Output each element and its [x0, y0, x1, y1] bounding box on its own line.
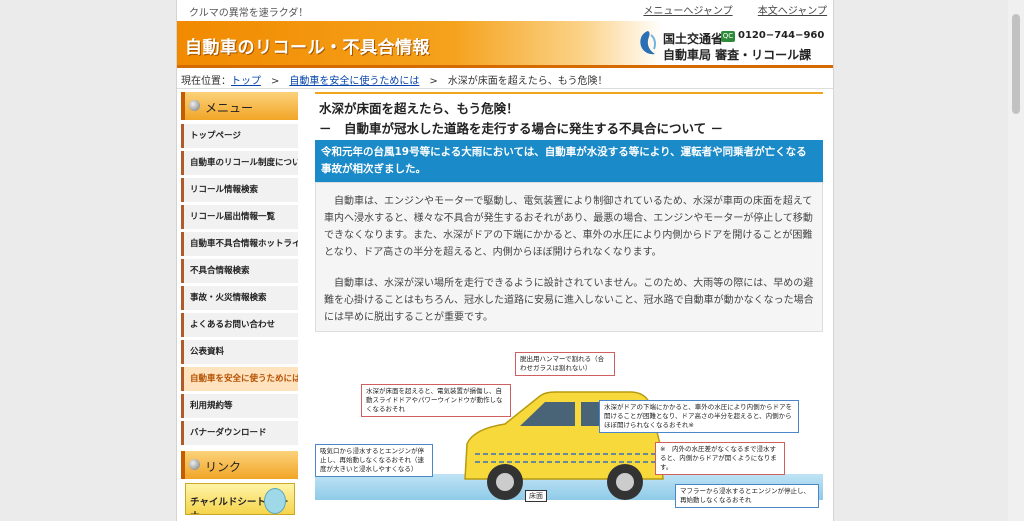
ministry-block: 国土交通省 QC 0120−744−960 自動車局 審査・リコール課 — [637, 27, 833, 62]
ministry-name: 国土交通省 — [663, 32, 724, 46]
breadcrumb: 現在位置：トップ > 自動車を安全に使うためには > 水深が床面を超えたら、もう危険！ — [181, 72, 607, 87]
sidebar-item-top-page[interactable]: トップページ — [181, 124, 298, 148]
door-note: ※ 内外の水圧差がなくなるまで浸水すると、内側からドアが開くようになります。 — [655, 442, 785, 475]
jump-to-content-link[interactable]: 本文へジャンプ — [758, 6, 827, 17]
menu-heading-label: メニュー — [205, 101, 254, 115]
floor-label: 床面 — [525, 490, 547, 502]
sidebar-item-recall-search[interactable]: リコール情報検索 — [181, 178, 298, 202]
menu-heading: メニュー — [181, 92, 298, 120]
breadcrumb-top-link[interactable]: トップ — [231, 76, 261, 87]
article-body: 自動車は、エンジンやモーターで駆動し、電気装置により制御されているため、水深が車… — [315, 182, 823, 332]
child-seat-banner[interactable]: チャイルドシート コーナー — [185, 483, 295, 515]
page: クルマの異常を速ラクダ！ メニューへジャンプ 本文へジャンプ 自動車のリコール・… — [176, 0, 834, 521]
muffler-callout: マフラーから浸水するとエンジンが停止し、再始動しなくなるおそれ — [675, 484, 819, 508]
breadcrumb-separator: > — [429, 76, 438, 87]
sidebar-item-accident-search[interactable]: 事故・火災情報検索 — [181, 286, 298, 310]
body-paragraph: 自動車は、水深が深い場所を走行できるように設計されていません。このため、大雨等の… — [324, 278, 814, 323]
site-header: 自動車のリコール・不具合情報 国土交通省 QC 0120−744−960 自動車… — [177, 21, 833, 65]
door-callout: 水深がドアの下端にかかると、車外の水圧により内側からドアを開けることが困難となり… — [599, 400, 799, 433]
tagline: クルマの異常を速ラクダ！ — [189, 8, 309, 19]
bullet-icon — [189, 459, 200, 470]
bullet-icon — [189, 100, 200, 111]
lead-banner: 令和元年の台風19号等による大雨においては、自動車が水没する等により、運転者や同… — [315, 140, 823, 182]
breadcrumb-safety-link[interactable]: 自動車を安全に使うためには — [289, 76, 419, 87]
article-subtitle: － 自動車が冠水した道路を走行する場合に発生する不具合について － — [319, 121, 723, 136]
hotline-number: 0120−744−960 — [738, 30, 825, 41]
site-title[interactable]: 自動車のリコール・不具合情報 — [185, 33, 430, 58]
scrollbar-thumb[interactable] — [1012, 14, 1020, 114]
floor-callout: 水深が床面を超えると、電気装置が損傷し、自動スライドドアやパワーウインドウが動作… — [361, 384, 511, 417]
breadcrumb-divider — [177, 88, 833, 89]
body-paragraph: 自動車は、エンジンやモーターで駆動し、電気装置により制御されているため、水深が車… — [324, 196, 813, 258]
sidebar-item-safe-use[interactable]: 自動車を安全に使うためには — [181, 367, 298, 391]
scrollbar[interactable] — [1008, 0, 1024, 521]
department-name: 自動車局 審査・リコール課 — [663, 48, 812, 62]
sidebar-item-banner-download[interactable]: バナーダウンロード — [181, 421, 298, 445]
flooded-car-illustration: 脱出用ハンマーで割れる（合わせガラスは割れない） 水深が床面を超えると、電気装置… — [315, 344, 823, 521]
sidebar-item-terms[interactable]: 利用規約等 — [181, 394, 298, 418]
sidebar-item-faq[interactable]: よくあるお問い合わせ — [181, 313, 298, 337]
breadcrumb-separator: > — [271, 76, 280, 87]
child-face-icon — [264, 488, 286, 514]
sidebar-item-defect-hotline[interactable]: 自動車不具合情報ホットライン — [181, 232, 298, 256]
jump-to-menu-link[interactable]: メニューへジャンプ — [643, 6, 732, 17]
sidebar-item-recall-system[interactable]: 自動車のリコール制度について — [181, 151, 298, 175]
article-title: 水深が床面を超えたら、もう危険！ — [319, 101, 519, 116]
sidebar: メニュー トップページ 自動車のリコール制度について リコール情報検索 リコール… — [181, 92, 298, 515]
top-bar: クルマの異常を速ラクダ！ メニューへジャンプ 本文へジャンプ — [177, 0, 833, 20]
toll-free-badge: QC — [721, 31, 735, 42]
sidebar-item-recall-list[interactable]: リコール届出情報一覧 — [181, 205, 298, 229]
ministry-logo-icon — [640, 31, 656, 55]
breadcrumb-prefix: 現在位置： — [181, 76, 231, 87]
sidebar-item-defect-search[interactable]: 不具合情報検索 — [181, 259, 298, 283]
hammer-callout: 脱出用ハンマーで割れる（合わせガラスは割れない） — [515, 352, 615, 376]
breadcrumb-current: 水深が床面を超えたら、もう危険！ — [447, 76, 608, 87]
header-divider — [177, 65, 833, 68]
title-divider — [315, 92, 823, 94]
intake-callout: 吸気口から浸水するとエンジンが停止し、再始動しなくなるおそれ（速度が大きいと浸水… — [315, 444, 433, 477]
link-heading-label: リンク — [205, 460, 242, 474]
top-links: メニューへジャンプ 本文へジャンプ — [621, 2, 827, 17]
link-heading: リンク — [181, 451, 298, 479]
sidebar-item-publications[interactable]: 公表資料 — [181, 340, 298, 364]
